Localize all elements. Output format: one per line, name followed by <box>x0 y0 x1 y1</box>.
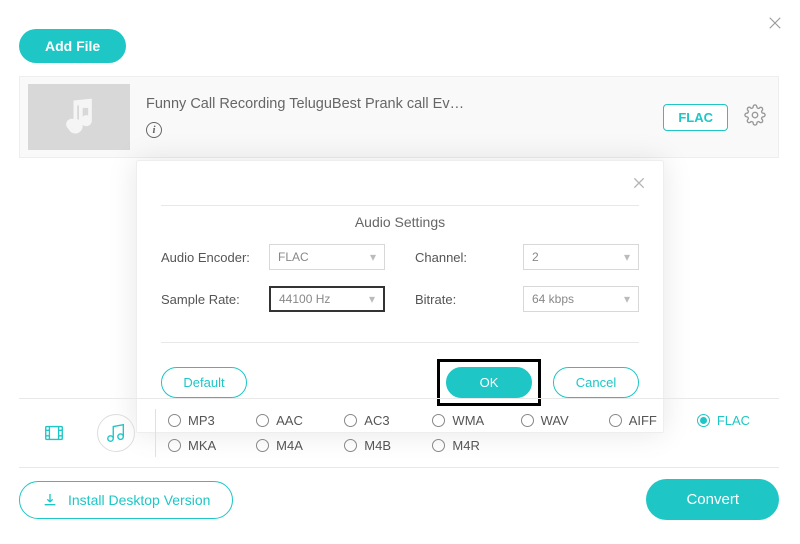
format-option-wav[interactable]: WAV <box>521 413 603 428</box>
format-option-wma[interactable]: WMA <box>432 413 514 428</box>
file-title: Funny Call Recording TeluguBest Prank ca… <box>146 96 663 112</box>
divider <box>161 205 639 206</box>
encoder-select[interactable]: FLAC ▾ <box>269 244 385 270</box>
bitrate-select[interactable]: 64 kbps ▾ <box>523 286 639 312</box>
modal-title: Audio Settings <box>161 214 639 230</box>
radio-icon <box>344 414 357 427</box>
format-bar: MP3 AAC AC3 WMA WAV AIFF FLAC MKA M4A M4B M4R <box>19 398 779 468</box>
channel-label: Channel: <box>415 250 523 265</box>
ok-button[interactable]: OK <box>446 367 532 398</box>
install-desktop-button[interactable]: Install Desktop Version <box>19 481 233 519</box>
sample-rate-label: Sample Rate: <box>161 292 269 307</box>
format-label: AC3 <box>364 413 389 428</box>
radio-icon <box>432 414 445 427</box>
audio-settings-modal: Audio Settings Audio Encoder: FLAC ▾ Cha… <box>136 160 664 433</box>
format-option-aac[interactable]: AAC <box>256 413 338 428</box>
format-label: MP3 <box>188 413 215 428</box>
chevron-down-icon: ▾ <box>624 250 630 264</box>
radio-icon <box>168 414 181 427</box>
format-label: AIFF <box>629 413 657 428</box>
format-label: M4B <box>364 438 391 453</box>
chevron-down-icon: ▾ <box>624 292 630 306</box>
sample-rate-select[interactable]: 44100 Hz ▾ <box>269 286 385 312</box>
chevron-down-icon: ▾ <box>370 250 376 264</box>
radio-icon <box>432 439 445 452</box>
gear-icon[interactable] <box>744 104 770 131</box>
info-icon[interactable]: i <box>146 122 162 138</box>
divider <box>155 409 156 457</box>
sample-rate-value: 44100 Hz <box>279 292 330 306</box>
radio-icon <box>344 439 357 452</box>
format-option-flac[interactable]: FLAC <box>697 413 779 428</box>
channel-select[interactable]: 2 ▾ <box>523 244 639 270</box>
radio-icon <box>168 439 181 452</box>
audio-tab[interactable] <box>97 414 135 452</box>
file-info: Funny Call Recording TeluguBest Prank ca… <box>146 96 663 138</box>
format-option-m4a[interactable]: M4A <box>256 438 338 453</box>
format-option-m4r[interactable]: M4R <box>432 438 514 453</box>
format-label: M4R <box>452 438 479 453</box>
close-icon[interactable] <box>631 175 647 196</box>
video-tab[interactable] <box>35 414 73 452</box>
format-option-m4b[interactable]: M4B <box>344 438 426 453</box>
close-icon[interactable] <box>766 14 784 37</box>
divider <box>161 342 639 343</box>
format-option-ac3[interactable]: AC3 <box>344 413 426 428</box>
default-button[interactable]: Default <box>161 367 247 398</box>
format-option-mp3[interactable]: MP3 <box>168 413 250 428</box>
music-icon <box>28 84 130 150</box>
format-label: MKA <box>188 438 216 453</box>
format-option-mka[interactable]: MKA <box>168 438 250 453</box>
bitrate-label: Bitrate: <box>415 292 523 307</box>
radio-icon <box>256 414 269 427</box>
radio-icon <box>697 414 710 427</box>
bitrate-value: 64 kbps <box>532 292 574 306</box>
format-label: FLAC <box>717 413 750 428</box>
format-label: M4A <box>276 438 303 453</box>
format-label: WAV <box>541 413 569 428</box>
format-label: AAC <box>276 413 303 428</box>
radio-icon <box>609 414 622 427</box>
format-badge[interactable]: FLAC <box>663 104 728 131</box>
format-label: WMA <box>452 413 484 428</box>
encoder-label: Audio Encoder: <box>161 250 269 265</box>
encoder-value: FLAC <box>278 250 309 264</box>
radio-icon <box>521 414 534 427</box>
install-label: Install Desktop Version <box>68 492 210 508</box>
chevron-down-icon: ▾ <box>369 292 375 306</box>
radio-icon <box>256 439 269 452</box>
cancel-button[interactable]: Cancel <box>553 367 639 398</box>
channel-value: 2 <box>532 250 539 264</box>
convert-button[interactable]: Convert <box>646 479 779 520</box>
add-file-button[interactable]: Add File <box>19 29 126 63</box>
format-option-aiff[interactable]: AIFF <box>609 413 691 428</box>
file-card: Funny Call Recording TeluguBest Prank ca… <box>19 76 779 158</box>
